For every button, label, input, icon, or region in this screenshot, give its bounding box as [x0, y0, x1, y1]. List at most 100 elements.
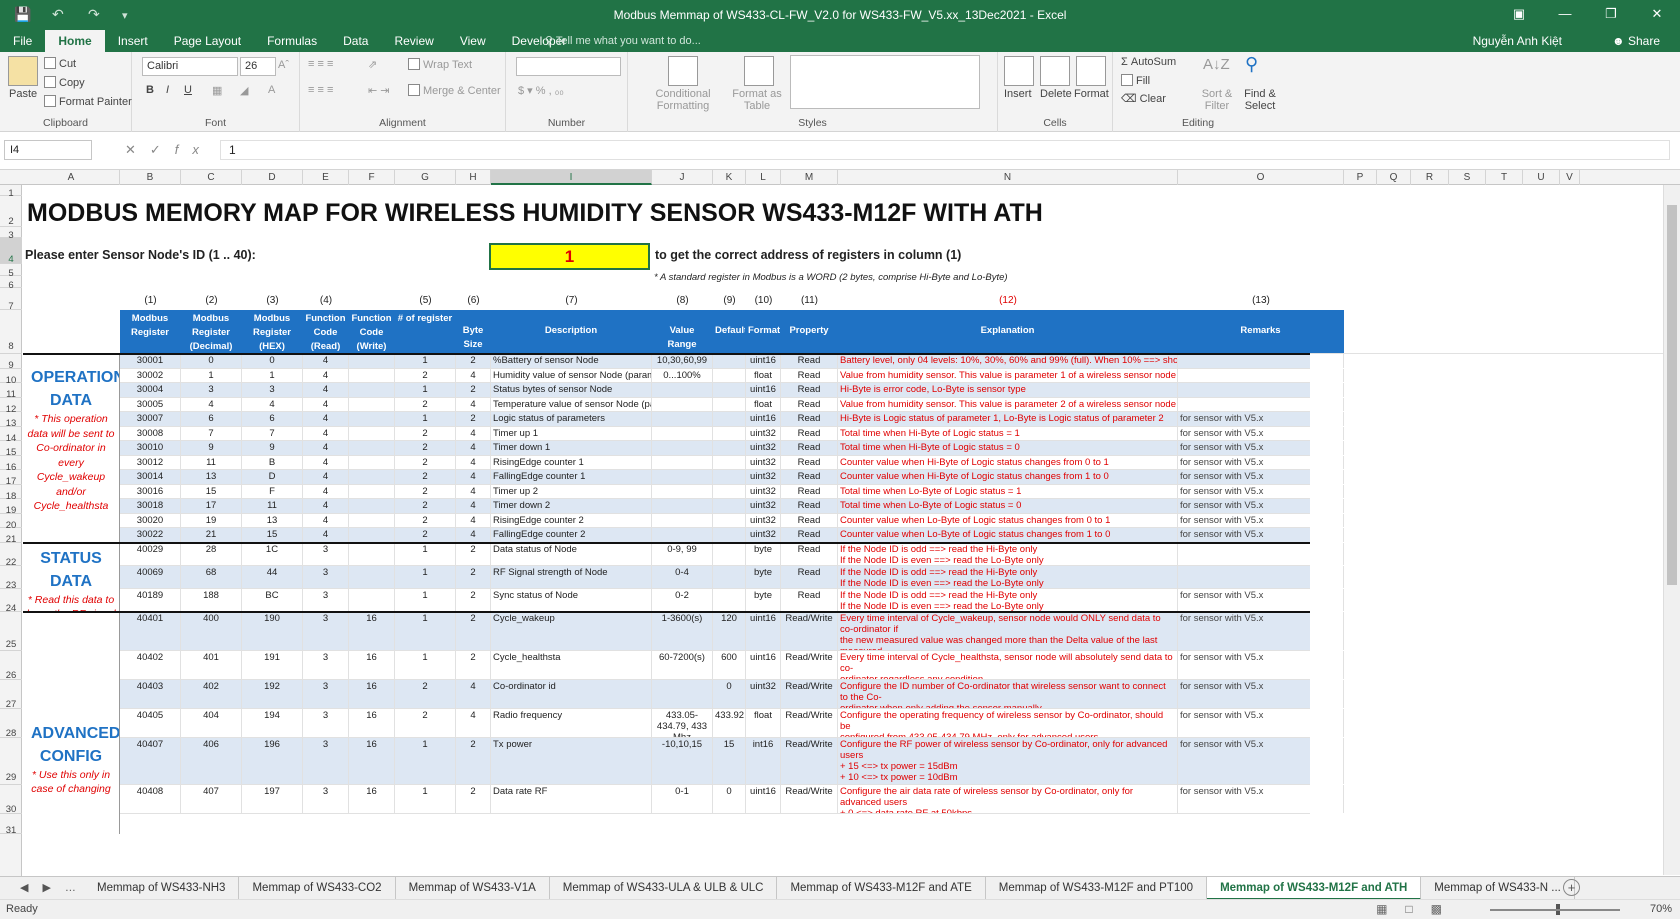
table-cell[interactable]: Read [781, 513, 838, 527]
table-cell[interactable]: 1 [395, 542, 456, 565]
table-cell[interactable]: Timer down 1 [491, 441, 652, 455]
node-id-input-cell[interactable]: 1 [489, 243, 650, 270]
table-cell[interactable]: Sync status of Node [491, 588, 652, 611]
row-header-4[interactable]: 4 [0, 238, 22, 265]
table-row[interactable]: 30005 4 4 4 2 4 Temperature value of sensor No… [120, 397, 1344, 412]
table-cell[interactable]: 13 [242, 513, 303, 527]
insert-cells-icon[interactable] [1004, 56, 1034, 86]
font-color-icon[interactable]: A [268, 84, 275, 96]
table-cell[interactable] [713, 588, 746, 611]
column-header-k[interactable]: K [713, 170, 746, 185]
currency-icon[interactable]: $ ▾ % , ₀₀ [518, 84, 564, 97]
table-cell[interactable]: for sensor with V5.x [1178, 455, 1344, 469]
row-header-22[interactable]: 22 [0, 543, 22, 568]
table-cell[interactable]: Read [781, 542, 838, 565]
table-cell[interactable]: for sensor with V5.x [1178, 611, 1344, 650]
table-cell[interactable]: 40402 [120, 650, 181, 679]
table-cell[interactable]: 30007 [120, 412, 181, 426]
table-row[interactable]: 40403 402 192 3 16 2 4 Co-ordinator id 0 uint32 Re… [120, 679, 1344, 709]
table-cell[interactable]: byte [746, 588, 781, 611]
table-cell[interactable]: 4 [456, 708, 491, 737]
table-cell[interactable]: 2 [456, 565, 491, 588]
table-cell[interactable]: FallingEdge counter 2 [491, 528, 652, 542]
table-row[interactable]: 30010 9 9 4 2 4 Timer down 1 uint32 Read Total ti… [120, 441, 1344, 456]
table-cell[interactable]: Read/Write [781, 611, 838, 650]
restore-button[interactable]: ❐ [1588, 0, 1634, 30]
table-cell[interactable]: 4 [303, 441, 349, 455]
table-cell[interactable]: uint32 [746, 426, 781, 440]
view-buttons[interactable]: ▦□▩ [1376, 902, 1460, 916]
name-box[interactable]: I4 [4, 140, 92, 160]
table-cell[interactable]: 404 [181, 708, 242, 737]
table-cell[interactable] [713, 565, 746, 588]
table-cell[interactable] [349, 470, 395, 484]
table-cell[interactable]: Data status of Node [491, 542, 652, 565]
table-cell[interactable]: 4 [242, 397, 303, 411]
tell-me-box[interactable]: ⚲ Tell me what you want to do... [545, 30, 701, 52]
ribbon-display-icon[interactable]: ▣ [1496, 0, 1542, 30]
table-cell[interactable]: uint32 [746, 528, 781, 542]
table-cell[interactable]: 188 [181, 588, 242, 611]
table-row[interactable]: 40402 401 191 3 16 1 2 Cycle_healthsta 60-7200(s… [120, 650, 1344, 680]
table-cell[interactable]: 4 [456, 441, 491, 455]
table-cell[interactable] [1178, 565, 1344, 588]
number-format-select[interactable] [516, 57, 621, 76]
table-cell[interactable]: 30012 [120, 455, 181, 469]
sort-filter-icon[interactable]: A↓Z [1203, 56, 1230, 73]
table-cell[interactable]: Read/Write [781, 708, 838, 737]
italic-button[interactable]: I [166, 84, 169, 96]
table-cell[interactable]: 1-3600(s) [652, 611, 713, 650]
row-header-1[interactable]: 1 [0, 185, 22, 199]
table-cell[interactable]: for sensor with V5.x [1178, 441, 1344, 455]
font-grow-icon[interactable]: Aˆ [278, 59, 289, 71]
table-cell[interactable]: Read [781, 455, 838, 469]
table-cell[interactable]: 9 [181, 441, 242, 455]
row-header-9[interactable]: 9 [0, 354, 22, 371]
table-cell[interactable]: 3 [303, 588, 349, 611]
table-cell[interactable] [713, 354, 746, 368]
table-cell[interactable]: 4 [303, 368, 349, 382]
table-cell[interactable]: Read [781, 470, 838, 484]
table-row[interactable]: 30007 6 6 4 1 2 Logic status of parameters uint… [120, 412, 1344, 427]
table-cell[interactable]: 2 [456, 650, 491, 679]
column-header-p[interactable]: P [1344, 170, 1377, 185]
table-cell[interactable]: 2 [456, 383, 491, 397]
wrap-text-button[interactable]: Wrap Text [408, 58, 472, 71]
table-row[interactable]: 30008 7 7 4 2 4 Timer up 1 uint32 Read Total time… [120, 426, 1344, 441]
sheet-tab[interactable]: Memmap of WS433-CO2 [239, 877, 396, 900]
bold-button[interactable]: B [146, 84, 154, 96]
table-row[interactable]: 30020 19 13 4 2 4 RisingEdge counter 2 uint32 Re… [120, 513, 1344, 528]
table-cell[interactable]: float [746, 368, 781, 382]
table-cell[interactable]: 40029 [120, 542, 181, 565]
conditional-formatting-button[interactable]: Conditional Formatting [638, 88, 728, 112]
row-header-31[interactable]: 31 [0, 814, 22, 836]
table-cell[interactable] [652, 397, 713, 411]
table-cell[interactable] [349, 383, 395, 397]
user-name[interactable]: Nguyễn Anh Kiệt [1473, 30, 1562, 52]
row-header-26[interactable]: 26 [0, 651, 22, 681]
table-cell[interactable]: 1 [395, 383, 456, 397]
table-cell[interactable]: 30002 [120, 368, 181, 382]
worksheet[interactable]: ABCDEFGHIJKLMNOPQRSTUV 1 2 3 4 5 6 7 8 9 10 11 12 13… [0, 170, 1680, 876]
table-row[interactable]: 40401 400 190 3 16 1 2 Cycle_wakeup 1-3600(s) 120… [120, 611, 1344, 651]
table-cell[interactable] [349, 397, 395, 411]
row-header-23[interactable]: 23 [0, 566, 22, 591]
formula-icons[interactable]: ✕✓fx [125, 142, 213, 158]
table-cell[interactable]: 40407 [120, 737, 181, 784]
table-cell[interactable]: Temperature value of sensor Node (parame… [491, 397, 652, 411]
tab-home[interactable]: Home [45, 30, 105, 52]
table-cell[interactable]: 4 [456, 528, 491, 542]
table-cell[interactable]: D [242, 470, 303, 484]
row-header-28[interactable]: 28 [0, 709, 22, 739]
table-row[interactable]: 30016 15 F 4 2 4 Timer up 2 uint32 Read Total tim… [120, 484, 1344, 499]
table-cell[interactable]: Hi-Byte is error code, Lo-Byte is sensor… [838, 383, 1178, 397]
fill-color-icon[interactable]: ◢ [240, 84, 248, 97]
row-header-13[interactable]: 13 [0, 412, 22, 429]
table-cell[interactable]: RisingEdge counter 1 [491, 455, 652, 469]
table-cell[interactable]: 2 [395, 397, 456, 411]
column-header-a[interactable]: A [23, 170, 120, 185]
table-cell[interactable]: 2 [395, 708, 456, 737]
column-header-r[interactable]: R [1411, 170, 1449, 185]
column-header-e[interactable]: E [303, 170, 349, 185]
table-cell[interactable]: 28 [181, 542, 242, 565]
